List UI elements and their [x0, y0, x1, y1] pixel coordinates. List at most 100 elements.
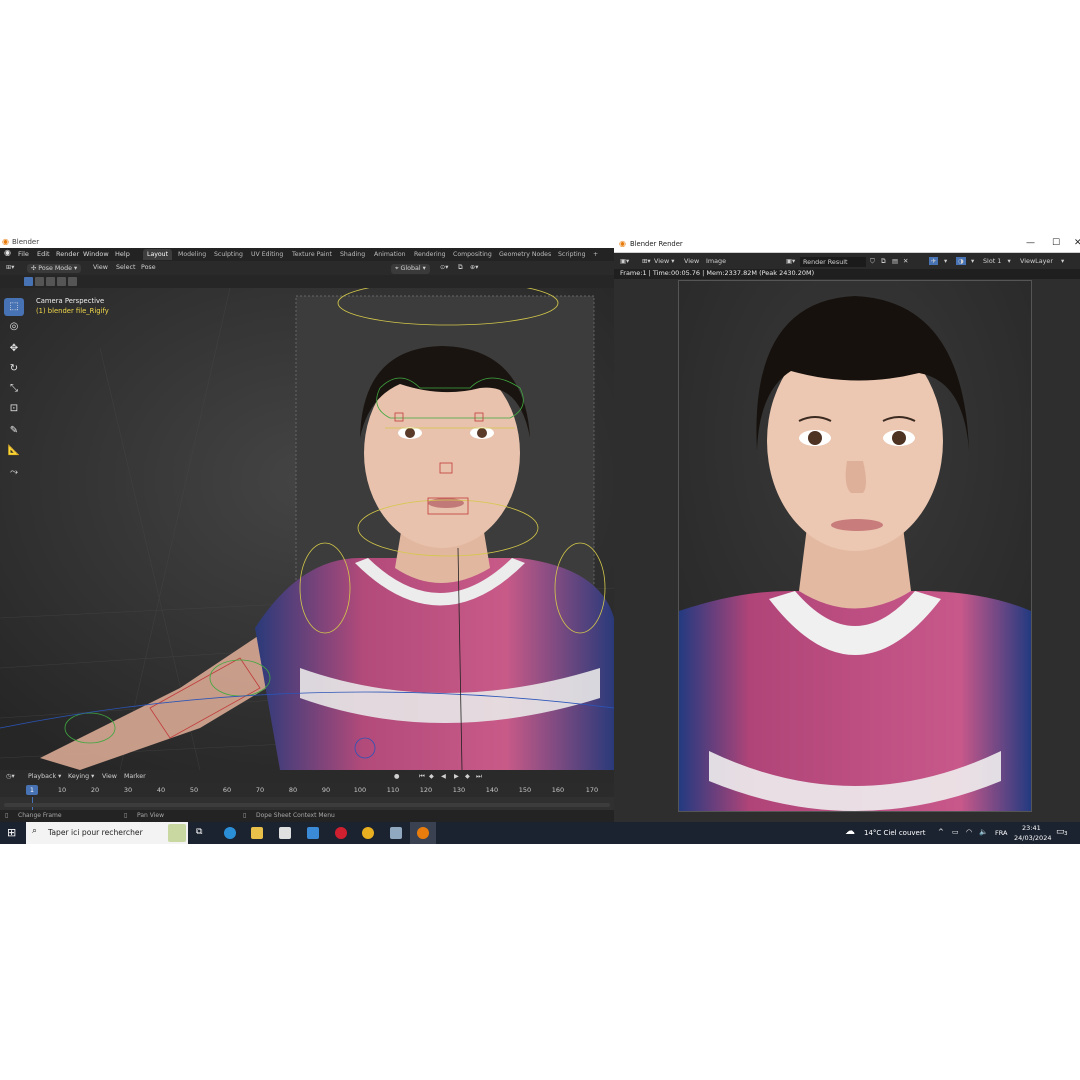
clock-date[interactable]: 24/03/2024	[1014, 834, 1051, 842]
render-view-dropdown[interactable]: View ▾	[654, 257, 674, 265]
blender-taskbar-button[interactable]	[410, 822, 436, 844]
header-select-menu[interactable]: Select	[116, 264, 135, 271]
mail-icon[interactable]	[307, 827, 319, 839]
chevron-down-icon[interactable]: ▾	[971, 257, 974, 265]
sample-tool-icon[interactable]: ✈	[929, 257, 939, 265]
display-channels-icon[interactable]: ◑	[956, 257, 966, 265]
mode-dropdown[interactable]: ✣ Pose Mode ▾	[27, 264, 82, 273]
timeline-scrollbar[interactable]	[4, 803, 610, 807]
scale-tool-icon[interactable]: ⤡	[4, 380, 24, 398]
menu-file[interactable]: File	[18, 250, 29, 258]
fake-user-icon[interactable]: ⛉	[870, 257, 875, 266]
opera-icon[interactable]	[335, 827, 347, 839]
select-invert-icon[interactable]	[57, 277, 66, 286]
app-icon[interactable]	[390, 827, 402, 839]
play-icon[interactable]: ▶	[454, 773, 459, 780]
add-workspace-button[interactable]: +	[589, 249, 602, 260]
file-explorer-icon[interactable]	[251, 827, 263, 839]
timeline-editor-icon[interactable]: ◷▾	[6, 773, 15, 780]
frame-ruler[interactable]: 1 10 20 30 40 50 60 70 80 90 100 110 120…	[0, 783, 614, 797]
blender-menu-icon[interactable]: ◉	[4, 248, 11, 257]
close-icon[interactable]: ✕	[1074, 238, 1080, 248]
tab-shading[interactable]: Shading	[336, 249, 369, 260]
clock-time[interactable]: 23:41	[1022, 824, 1041, 832]
tab-animation[interactable]: Animation	[370, 249, 410, 260]
render-area[interactable]	[614, 279, 1080, 822]
menu-edit[interactable]: Edit	[37, 250, 50, 258]
bone-size-tool-icon[interactable]: ⤳	[4, 464, 24, 482]
menu-window[interactable]: Window	[83, 250, 109, 258]
edge-icon[interactable]	[224, 827, 236, 839]
volume-icon[interactable]: 🔈	[979, 828, 988, 836]
tab-compositing[interactable]: Compositing	[449, 249, 496, 260]
network-icon[interactable]: ▭	[952, 828, 959, 836]
weather-text[interactable]: 14°C Ciel couvert	[864, 829, 925, 837]
weather-icon[interactable]: ☁	[845, 826, 855, 837]
record-icon[interactable]: ●	[394, 773, 400, 780]
menu-render[interactable]: Render	[56, 250, 79, 258]
timeline-view-menu[interactable]: View	[102, 773, 117, 780]
render-image-menu[interactable]: Image	[706, 257, 726, 265]
jump-start-icon[interactable]: ⏮	[419, 773, 425, 781]
select-extend-icon[interactable]	[35, 277, 44, 286]
image-name-field[interactable]: Render Result	[800, 257, 866, 267]
render-view-menu[interactable]: View	[684, 257, 699, 265]
chevron-up-icon[interactable]: ^	[938, 828, 944, 836]
tab-layout[interactable]: Layout	[143, 249, 173, 260]
prev-keyframe-icon[interactable]: ◆	[429, 773, 434, 780]
chevron-down-icon[interactable]: ▾	[944, 257, 947, 265]
maximize-icon[interactable]: ☐	[1052, 238, 1060, 248]
view-layer-dropdown[interactable]: ViewLayer	[1020, 257, 1053, 265]
chrome-icon[interactable]	[362, 827, 374, 839]
new-image-icon[interactable]: ⧉	[881, 257, 886, 266]
proportional-icon[interactable]: ⊕▾	[470, 264, 478, 271]
current-frame-indicator[interactable]: 1	[26, 785, 38, 795]
select-tool-icon[interactable]: ⬚	[4, 298, 24, 316]
wifi-icon[interactable]: ◠	[966, 828, 972, 836]
editor-type-icon[interactable]: ⊞▾	[6, 264, 14, 271]
view-mode-icon[interactable]: ⊞▾	[642, 257, 651, 265]
rotate-tool-icon[interactable]: ↻	[4, 360, 24, 378]
chevron-down-icon[interactable]: ▾	[1061, 257, 1064, 265]
move-tool-icon[interactable]: ✥	[4, 340, 24, 358]
annotate-tool-icon[interactable]: ✎	[4, 422, 24, 440]
select-subtract-icon[interactable]	[46, 277, 55, 286]
language-indicator[interactable]: FRA	[995, 829, 1007, 837]
header-pose-menu[interactable]: Pose	[141, 264, 156, 271]
pivot-icon[interactable]: ⊙▾	[440, 264, 448, 271]
header-view-menu[interactable]: View	[93, 264, 108, 271]
play-reverse-icon[interactable]: ◀	[441, 773, 446, 780]
select-intersect-icon[interactable]	[68, 277, 77, 286]
windows-start-icon[interactable]: ⊞	[7, 826, 16, 839]
store-icon[interactable]	[279, 827, 291, 839]
keying-menu[interactable]: Keying ▾	[68, 773, 94, 780]
image-browse-icon[interactable]: ▣▾	[786, 257, 795, 265]
open-image-icon[interactable]: ▤	[892, 257, 898, 265]
tab-modeling[interactable]: Modeling	[174, 249, 210, 260]
menu-help[interactable]: Help	[115, 250, 130, 258]
snap-icon[interactable]: ⧉	[458, 264, 463, 272]
tab-sculpting[interactable]: Sculpting	[210, 249, 247, 260]
next-keyframe-icon[interactable]: ◆	[465, 773, 470, 780]
tab-texture-paint[interactable]: Texture Paint	[288, 249, 336, 260]
slot-dropdown[interactable]: Slot 1 ▾	[983, 257, 1011, 265]
tab-geometry-nodes[interactable]: Geometry Nodes	[495, 249, 555, 260]
cursor-tool-icon[interactable]: ◎	[4, 318, 24, 336]
3d-viewport[interactable]: Camera Perspective (1) blender file_Rigi…	[0, 288, 614, 770]
tab-scripting[interactable]: Scripting	[554, 249, 590, 260]
jump-end-icon[interactable]: ⏭	[476, 773, 482, 781]
tab-uv-editing[interactable]: UV Editing	[247, 249, 287, 260]
viewport-header: ⊞▾ ✣ Pose Mode ▾ View Select Pose ⌖ Glob…	[0, 261, 614, 275]
orientation-dropdown[interactable]: ⌖ Global ▾	[391, 264, 430, 274]
marker-menu[interactable]: Marker	[124, 773, 146, 780]
minimize-icon[interactable]: —	[1026, 238, 1035, 248]
image-editor-icon[interactable]: ▣▾	[620, 257, 629, 265]
transform-tool-icon[interactable]: ⊡	[4, 400, 24, 418]
taskbar-search[interactable]: ⌕ Taper ici pour rechercher	[26, 822, 188, 844]
unlink-icon[interactable]: ✕	[903, 257, 908, 265]
playback-menu[interactable]: Playback ▾	[28, 773, 61, 780]
measure-tool-icon[interactable]: 📐	[4, 442, 24, 460]
tab-rendering[interactable]: Rendering	[410, 249, 450, 260]
task-view-icon[interactable]: ⧉	[196, 827, 202, 837]
select-new-icon[interactable]	[24, 277, 33, 286]
